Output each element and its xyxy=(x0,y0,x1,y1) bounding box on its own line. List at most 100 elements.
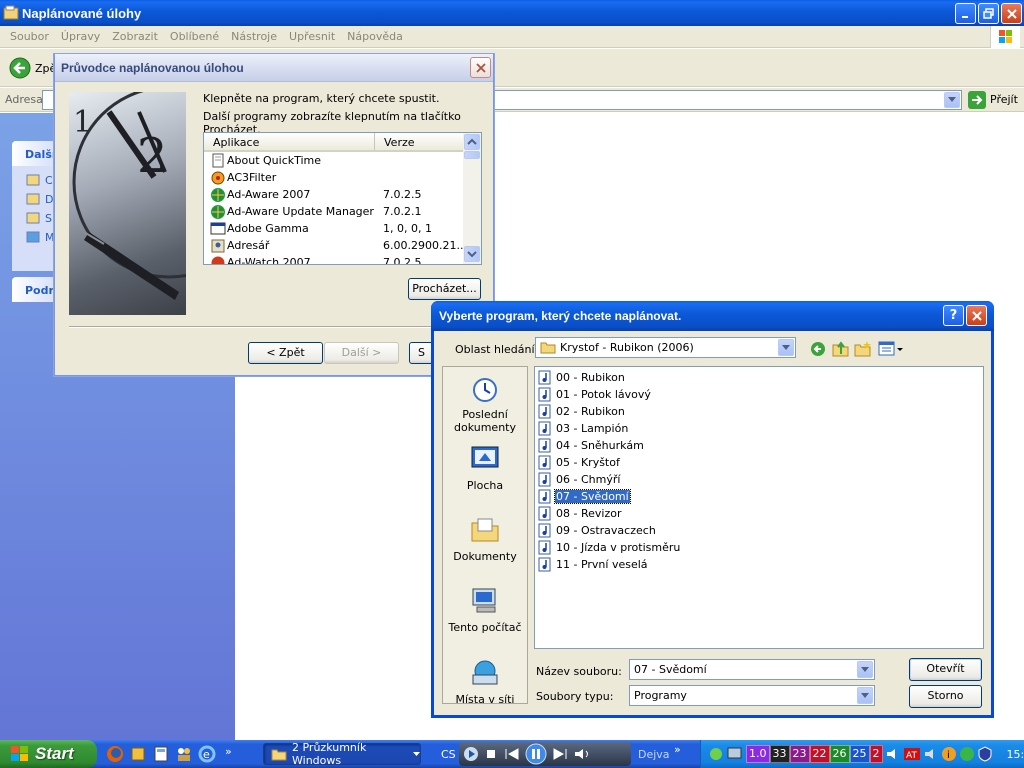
places-item[interactable]: Tento počítač xyxy=(443,585,527,634)
storno-button[interactable]: Storno xyxy=(909,685,982,708)
file-item[interactable]: 11 - První veselá xyxy=(538,556,983,573)
application-row[interactable]: AC3Filter xyxy=(204,169,481,186)
people-icon[interactable] xyxy=(175,745,193,763)
filename-value[interactable]: 07 - Svědomí xyxy=(634,663,707,676)
back-button[interactable]: < Zpět xyxy=(248,342,323,364)
tray-counter[interactable]: 1.0 xyxy=(746,745,770,763)
wizard-title: Průvodce naplánovanou úlohou xyxy=(61,61,244,75)
tray-counter[interactable]: 2 xyxy=(869,745,883,763)
application-name: Adobe Gamma xyxy=(227,222,309,235)
application-version: 7.0.2.5 xyxy=(383,188,422,201)
file-item[interactable]: 04 - Sněhurkám xyxy=(538,437,983,454)
media-menu-icon[interactable] xyxy=(463,746,479,762)
scroll-down-arrow-icon[interactable] xyxy=(464,246,480,262)
pause-icon[interactable] xyxy=(525,743,547,765)
tray-counter[interactable]: 23 xyxy=(789,745,810,763)
back-arrow-icon[interactable] xyxy=(9,57,31,79)
wizard-close-button[interactable] xyxy=(470,57,491,78)
start-button[interactable]: Start xyxy=(0,740,97,768)
places-item[interactable]: Poslední dokumenty xyxy=(443,372,527,434)
calculator-icon[interactable] xyxy=(152,745,170,763)
clock[interactable]: 15:44 xyxy=(1007,748,1024,761)
file-item[interactable]: 03 - Lampión xyxy=(538,420,983,437)
firefox-icon[interactable] xyxy=(106,745,124,763)
file-dialog-close-button[interactable] xyxy=(966,305,987,326)
expand-toolbar-icon[interactable]: » xyxy=(674,743,681,756)
volume-icon[interactable] xyxy=(573,746,593,762)
menu-item[interactable]: Nápověda xyxy=(341,26,409,48)
menu-item[interactable]: Soubor xyxy=(4,26,55,48)
go-arrow-icon[interactable] xyxy=(968,91,986,109)
places-item[interactable]: Dokumenty xyxy=(443,514,527,563)
minimize-button[interactable] xyxy=(955,3,976,24)
stop-icon[interactable] xyxy=(483,746,499,762)
file-item[interactable]: 07 - Svědomí xyxy=(538,488,983,505)
scroll-up-arrow-icon[interactable] xyxy=(464,134,480,150)
help-button[interactable]: ? xyxy=(943,305,964,326)
expand-quick-launch-icon[interactable]: » xyxy=(225,745,232,763)
application-list-scrollbar[interactable] xyxy=(463,133,481,264)
speaker-icon[interactable] xyxy=(885,746,901,762)
next-track-icon[interactable] xyxy=(551,746,569,762)
browse-button[interactable]: Procházet... xyxy=(408,278,481,300)
tray-counter[interactable]: 22 xyxy=(809,745,830,763)
application-row[interactable]: Ad-Aware 2007 7.0.2.5 xyxy=(204,186,481,203)
places-item[interactable]: Plocha xyxy=(443,443,527,492)
filename-combo[interactable]: 07 - Svědomí xyxy=(629,659,875,680)
info-icon[interactable]: i xyxy=(941,746,957,762)
go-label[interactable]: Přejít xyxy=(990,93,1018,106)
file-item[interactable]: 08 - Revizor xyxy=(538,505,983,522)
next-button[interactable]: Další > xyxy=(324,342,399,364)
previous-icon[interactable] xyxy=(503,746,521,762)
menu-item[interactable]: Nástroje xyxy=(225,26,283,48)
tray-counter[interactable]: 25 xyxy=(849,745,870,763)
file-list[interactable]: 00 - Rubikon 01 - Potok lávový 02 - Rubiko… xyxy=(534,366,984,649)
new-folder-icon[interactable] xyxy=(854,340,872,357)
open-button[interactable]: Otevřít xyxy=(909,658,982,681)
places-item[interactable]: Místa v síti xyxy=(443,657,527,706)
filetype-combo[interactable]: Programy xyxy=(629,685,875,706)
scroll-thumb[interactable] xyxy=(464,151,480,159)
language-indicator[interactable]: CS xyxy=(441,748,456,761)
application-row[interactable]: Adresář 6.00.2900.21... xyxy=(204,237,481,254)
taskbar-task-explorer[interactable]: 2 Průzkumník Windows xyxy=(263,741,421,767)
file-item[interactable]: 09 - Ostravaczech xyxy=(538,522,983,539)
file-item[interactable]: 02 - Rubikon xyxy=(538,403,983,420)
application-row[interactable]: Adobe Gamma 1, 0, 0, 1 xyxy=(204,220,481,237)
column-header-application[interactable]: Aplikace xyxy=(204,133,375,150)
addressbook-icon xyxy=(210,238,226,254)
menu-item[interactable]: Oblíbené xyxy=(164,26,225,48)
file-item[interactable]: 01 - Potok lávový xyxy=(538,386,983,403)
antivirus-icon[interactable]: AT xyxy=(903,746,921,762)
file-item[interactable]: 06 - Chmýří xyxy=(538,471,983,488)
column-header-version[interactable]: Verze xyxy=(375,133,461,150)
tray-counter[interactable]: 26 xyxy=(829,745,850,763)
view-menu-icon[interactable] xyxy=(878,341,904,357)
close-button[interactable] xyxy=(1001,3,1022,24)
ie-icon[interactable]: e xyxy=(198,745,216,763)
restore-button[interactable] xyxy=(978,3,999,24)
application-row[interactable]: About QuickTime xyxy=(204,152,481,169)
menu-item[interactable]: Upřesnit xyxy=(283,26,341,48)
monitor-icon xyxy=(210,221,226,237)
app-launcher-icon[interactable] xyxy=(129,745,147,763)
menu-item[interactable]: Úpravy xyxy=(55,26,106,48)
application-row[interactable]: Ad-Watch 2007 7.0.2.5 xyxy=(204,254,481,264)
security-shield-icon[interactable] xyxy=(977,746,993,762)
menu-item[interactable]: Zobrazit xyxy=(106,26,164,48)
network-activity-icon[interactable] xyxy=(708,746,724,762)
audio-file-icon xyxy=(538,523,553,538)
file-item[interactable]: 10 - Jízda v protisměru xyxy=(538,539,983,556)
file-item[interactable]: 05 - Kryštof xyxy=(538,454,983,471)
tray-counter[interactable]: 33 xyxy=(769,745,790,763)
up-folder-icon[interactable] xyxy=(832,340,850,357)
monitor-icon[interactable] xyxy=(726,746,744,762)
volume-tray-icon[interactable] xyxy=(923,746,939,762)
file-item[interactable]: 00 - Rubikon xyxy=(538,369,983,386)
application-row[interactable]: Ad-Aware Update Manager 7.0.2.1 xyxy=(204,203,481,220)
application-list[interactable]: Aplikace Verze About QuickTime AC3Filter A… xyxy=(203,132,482,265)
update-icon[interactable] xyxy=(959,746,975,762)
back-folder-icon[interactable] xyxy=(810,341,826,357)
lookin-combo[interactable]: Krystof - Rubikon (2006) xyxy=(535,337,796,358)
file-name: 03 - Lampión xyxy=(556,422,629,435)
